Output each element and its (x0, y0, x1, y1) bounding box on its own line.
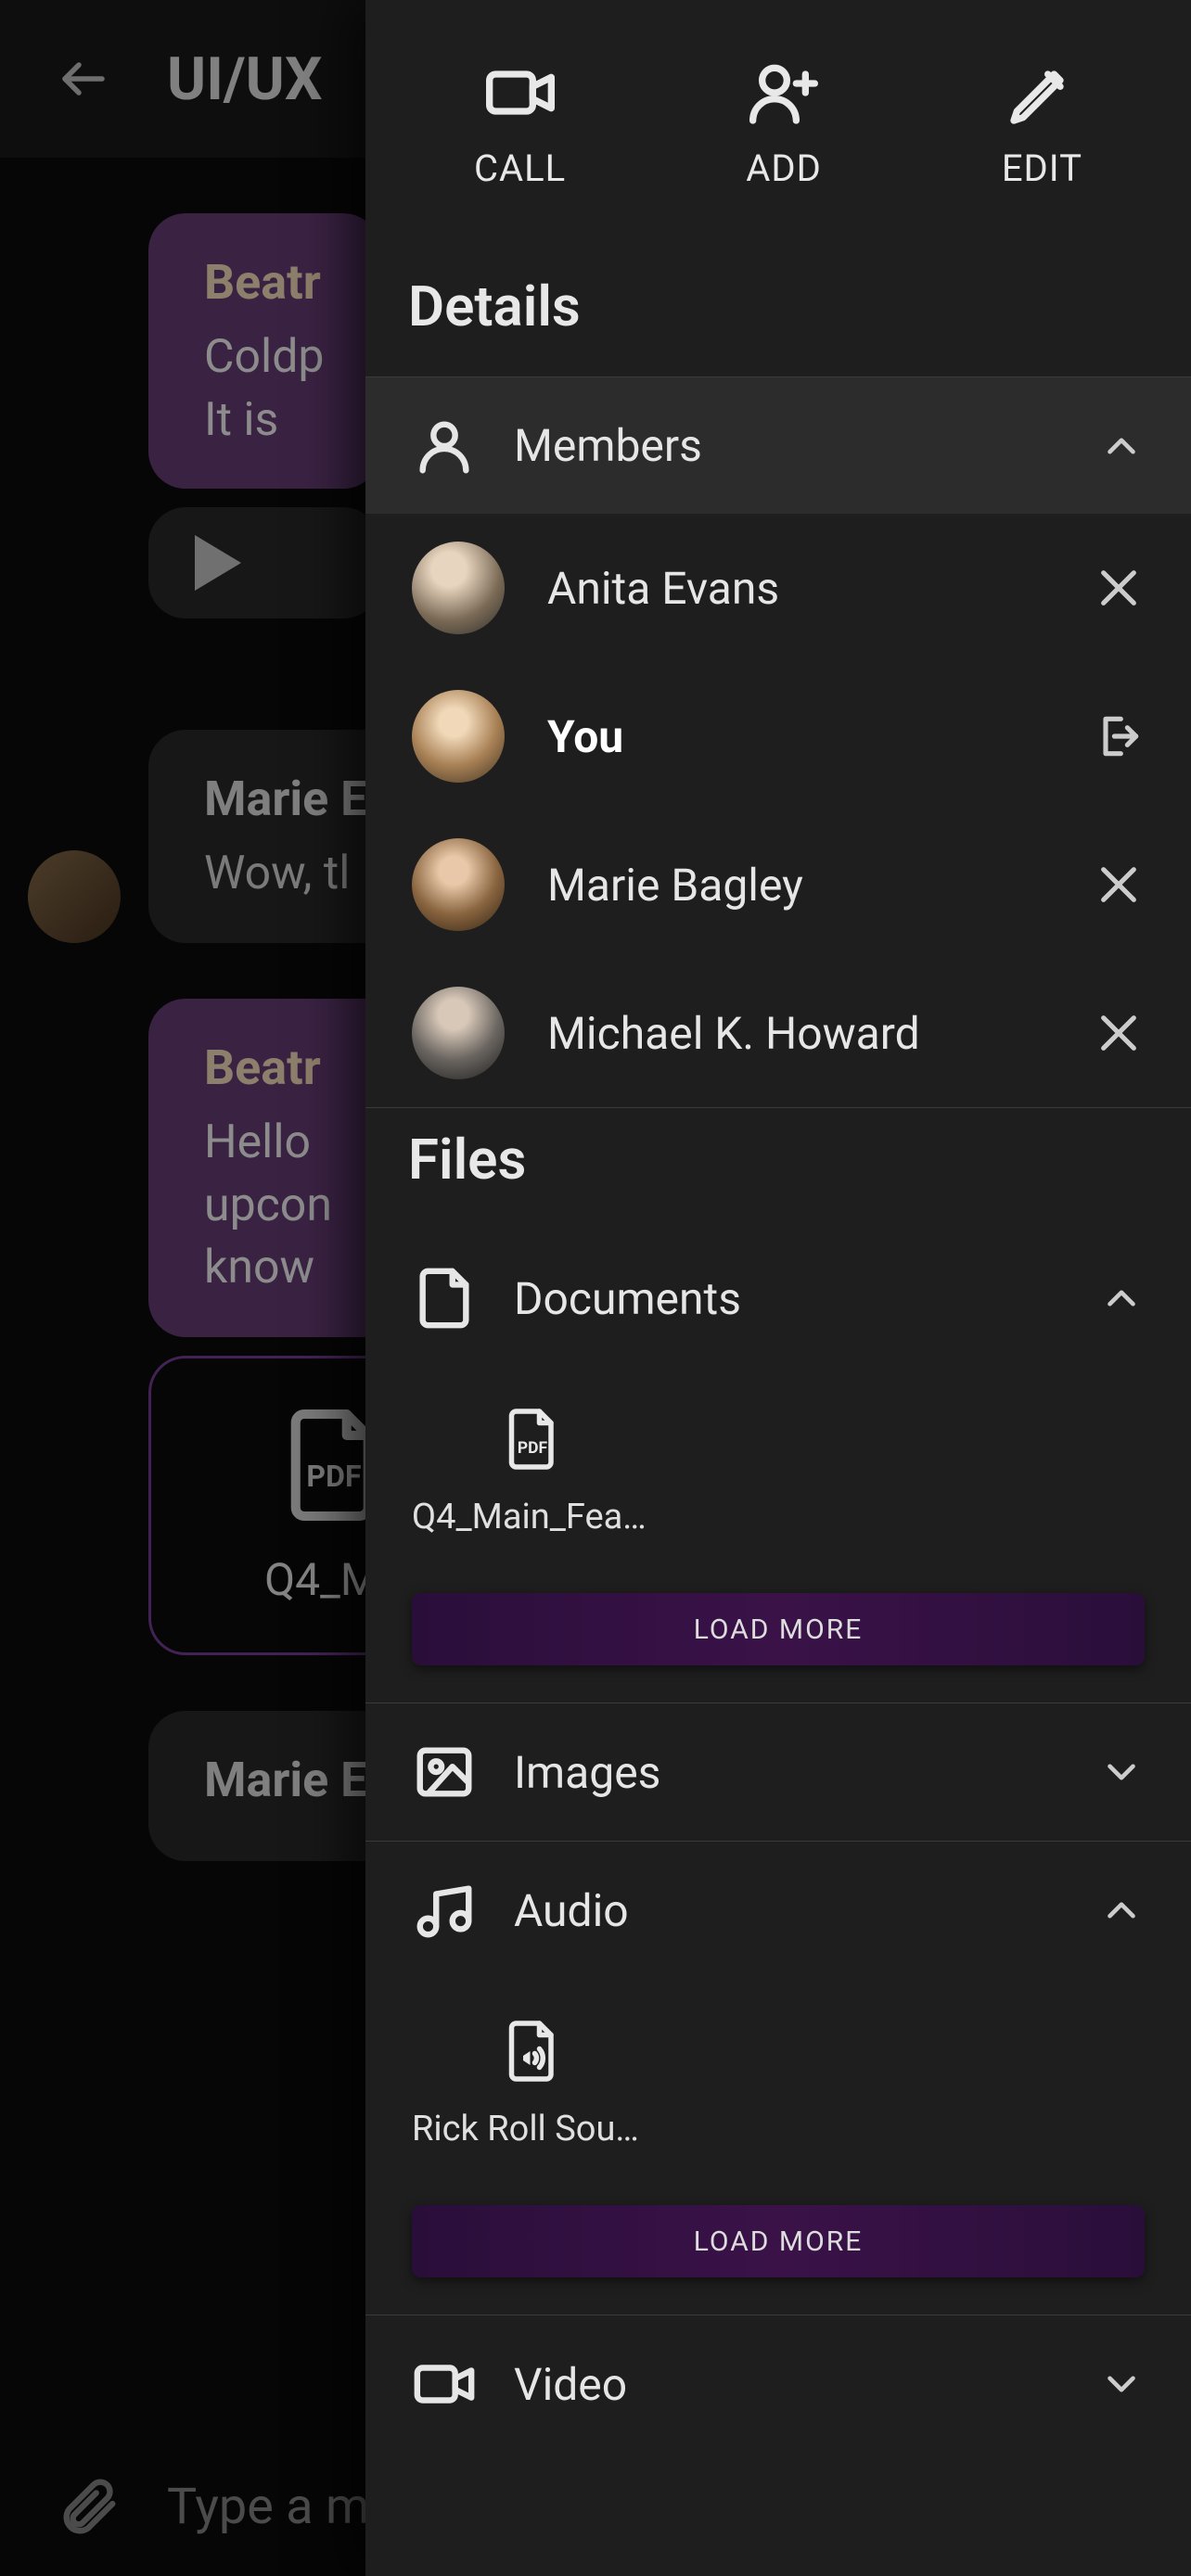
edit-button[interactable]: EDIT (1002, 56, 1082, 190)
file-item[interactable]: PDF Q4_Main_Feat… (412, 1404, 653, 1537)
avatar[interactable] (412, 542, 505, 634)
file-item[interactable]: Rick Roll Soun… (412, 2016, 653, 2149)
call-button[interactable]: CALL (474, 56, 566, 190)
load-more-label: LOAD MORE (694, 1613, 864, 1646)
close-icon[interactable] (1093, 859, 1145, 911)
member-row[interactable]: Marie Bagley (365, 810, 1191, 959)
music-icon (412, 1878, 477, 1943)
message-bubble[interactable]: Beatr Coldp It is (148, 213, 380, 489)
person-icon (412, 414, 477, 478)
action-label: CALL (474, 147, 566, 190)
action-label: ADD (746, 147, 822, 190)
member-name: Michael K. Howard (547, 1007, 1050, 1060)
details-title: Details (365, 255, 1191, 376)
play-icon[interactable] (195, 535, 241, 591)
video-call-icon (483, 56, 557, 130)
svg-text:PDF: PDF (306, 1458, 361, 1493)
details-panel: CALL ADD EDIT Details Members Anita Evan… (365, 0, 1191, 2576)
pdf-icon: PDF (505, 1404, 560, 1474)
video-icon (412, 2352, 477, 2417)
message-sender: Beatr (204, 250, 325, 315)
file-name: Rick Roll Soun… (412, 2109, 653, 2149)
svg-text:PDF: PDF (518, 1439, 548, 1458)
load-more-audio[interactable]: LOAD MORE (412, 2205, 1145, 2277)
images-header[interactable]: Images (365, 1703, 1191, 1841)
audio-label: Audio (514, 1884, 1061, 1937)
documents-grid: PDF Q4_Main_Feat… (365, 1367, 1191, 1584)
avatar[interactable] (28, 850, 121, 943)
message-text: Coldp It is (204, 330, 325, 447)
panel-actions: CALL ADD EDIT (365, 0, 1191, 255)
message-sender: Marie E (204, 1748, 367, 1813)
avatar[interactable] (412, 838, 505, 931)
chevron-down-icon (1098, 1749, 1145, 1795)
audio-grid: Rick Roll Soun… (365, 1979, 1191, 2196)
images-label: Images (514, 1746, 1061, 1799)
compose-input[interactable]: Type a me (167, 2478, 396, 2536)
message-text: Wow, tl (204, 847, 350, 900)
video-header[interactable]: Video (365, 2315, 1191, 2453)
video-label: Video (514, 2358, 1061, 2411)
message-text: Hello upcon know (204, 1116, 332, 1294)
member-row[interactable]: Anita Evans (365, 514, 1191, 662)
documents-label: Documents (514, 1272, 1061, 1325)
member-name: You (547, 710, 1050, 763)
message-sender: Marie E (204, 767, 367, 832)
chevron-down-icon (1098, 2361, 1145, 2407)
member-name: Anita Evans (547, 562, 1050, 615)
close-icon[interactable] (1093, 1007, 1145, 1059)
file-name: Q4_Main_Feat… (412, 1497, 653, 1537)
audio-file-icon (505, 2016, 560, 2086)
close-icon[interactable] (1093, 562, 1145, 614)
files-title: Files (365, 1108, 1191, 1230)
member-name: Marie Bagley (547, 859, 1050, 912)
load-more-label: LOAD MORE (694, 2225, 864, 2258)
leave-icon[interactable] (1093, 710, 1145, 762)
documents-header[interactable]: Documents (365, 1230, 1191, 1367)
attachment-icon[interactable] (56, 2474, 121, 2539)
member-row-you[interactable]: You (365, 662, 1191, 810)
document-icon (412, 1266, 477, 1331)
add-person-icon (747, 56, 821, 130)
avatar[interactable] (412, 987, 505, 1079)
members-header[interactable]: Members (365, 376, 1191, 514)
action-label: EDIT (1002, 147, 1082, 190)
voice-message[interactable] (148, 507, 380, 618)
chevron-up-icon (1098, 1275, 1145, 1321)
chevron-up-icon (1098, 423, 1145, 469)
back-arrow-icon[interactable] (56, 51, 111, 107)
avatar[interactable] (412, 690, 505, 783)
audio-header[interactable]: Audio (365, 1842, 1191, 1979)
chat-title: UI/UX (167, 45, 322, 114)
chevron-up-icon (1098, 1887, 1145, 1933)
member-row[interactable]: Michael K. Howard (365, 959, 1191, 1107)
members-label: Members (514, 419, 1061, 472)
load-more-documents[interactable]: LOAD MORE (412, 1593, 1145, 1665)
pencil-icon (1005, 56, 1079, 130)
image-icon (412, 1740, 477, 1804)
add-button[interactable]: ADD (746, 56, 822, 190)
